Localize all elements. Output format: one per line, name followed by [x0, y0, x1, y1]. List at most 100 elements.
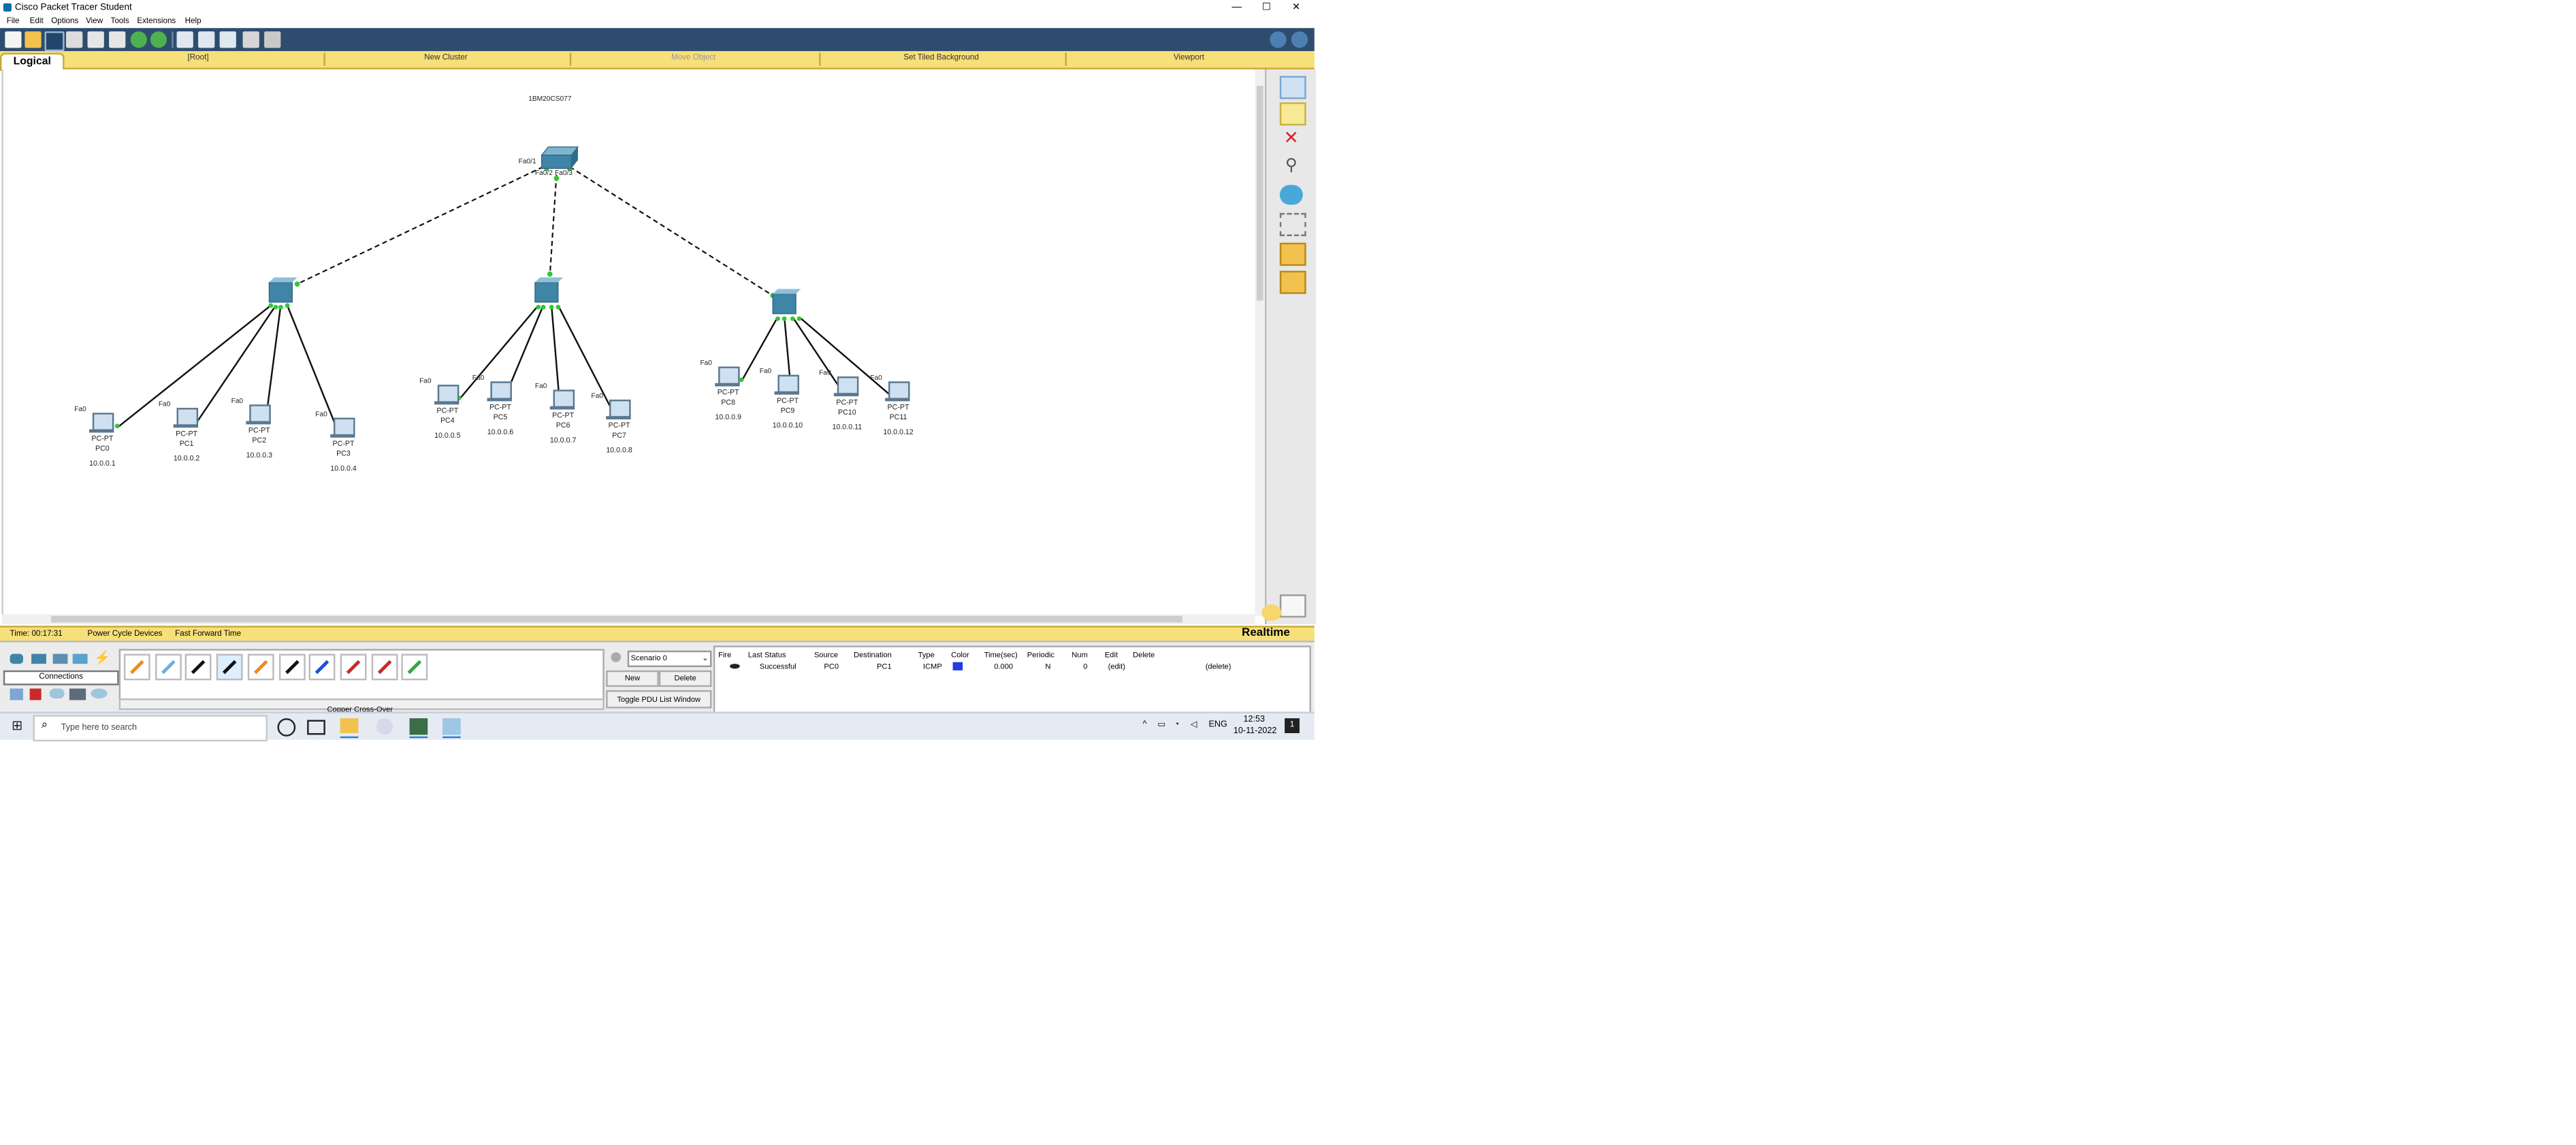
menu-extensions[interactable]: Extensions [137, 18, 176, 27]
copper-straight-through-icon[interactable] [185, 654, 212, 681]
horizontal-scrollbar[interactable] [1, 614, 1255, 624]
volume-icon[interactable]: ◁ [1191, 720, 1197, 730]
pc-icon[interactable] [888, 381, 910, 400]
maximize-button[interactable]: ☐ [1252, 0, 1282, 16]
realtime-mode-icon[interactable] [1261, 604, 1282, 622]
select-tool-icon[interactable] [1279, 76, 1306, 99]
new-scenario-button[interactable]: New [606, 670, 659, 688]
automatic-cable-icon[interactable] [123, 654, 150, 681]
minimize-button[interactable]: — [1222, 0, 1252, 16]
switches-category-icon[interactable] [31, 654, 46, 664]
wan-emulation-category-icon[interactable] [49, 688, 65, 699]
wireless-category-icon[interactable] [72, 654, 88, 664]
security-category-icon[interactable] [29, 688, 42, 700]
pc-icon[interactable] [333, 417, 355, 436]
taskbar-search-box[interactable]: ⌕ Type here to search [33, 715, 268, 742]
new-file-icon[interactable] [5, 31, 22, 48]
fiber-cable-icon[interactable] [247, 654, 274, 681]
simulation-mode-icon[interactable] [1279, 594, 1306, 618]
octal-cable-icon[interactable] [402, 654, 428, 681]
toggle-pdu-list-button[interactable]: Toggle PDU List Window [606, 690, 712, 709]
save-icon[interactable] [44, 31, 65, 52]
clock-time[interactable]: 12:53 [1243, 715, 1264, 725]
vertical-scroll-thumb[interactable] [1256, 86, 1263, 301]
menu-view[interactable]: View [86, 18, 103, 27]
activity-wizard-icon[interactable] [87, 31, 104, 48]
open-folder-icon[interactable] [25, 31, 42, 48]
power-cycle-devices-button[interactable]: Power Cycle Devices [88, 631, 163, 639]
windows-start-icon[interactable]: ⊞ [12, 719, 23, 732]
vertical-scrollbar[interactable] [1255, 69, 1266, 616]
scenario-select[interactable]: Scenario 0 ⌄ [627, 650, 712, 667]
pc-icon[interactable] [437, 385, 460, 403]
language-indicator[interactable]: ENG [1209, 720, 1227, 730]
pc-device-8[interactable]: Fa0 PC-PT PC8 10.0.0.9 [695, 358, 761, 436]
add-complex-pdu-icon[interactable] [1279, 270, 1306, 294]
pc-device-3[interactable]: Fa0 PC-PT PC3 10.0.0.4 [310, 410, 376, 487]
phone-cable-icon[interactable] [278, 654, 305, 681]
close-button[interactable]: ✕ [1281, 0, 1311, 16]
pc-icon[interactable] [553, 389, 575, 408]
pc-device-1[interactable]: Fa0 PC-PT PC1 10.0.0.2 [154, 400, 220, 477]
notifications-icon[interactable]: 1 [1285, 718, 1300, 733]
delete-scenario-button[interactable]: Delete [658, 670, 712, 688]
custom-devices-icon[interactable] [264, 31, 281, 48]
pdu-delete-link[interactable]: (delete) [1206, 662, 1231, 671]
info-icon[interactable] [1270, 31, 1287, 48]
undo-icon[interactable] [130, 31, 147, 48]
drawing-palette-icon[interactable] [242, 31, 259, 48]
serial-dte-icon[interactable] [370, 654, 398, 681]
routers-category-icon[interactable] [10, 654, 23, 664]
zoom-out-icon[interactable] [219, 31, 236, 48]
fire-indicator-icon[interactable] [730, 664, 740, 669]
redo-icon[interactable] [150, 31, 167, 48]
serial-dce-icon[interactable] [340, 654, 367, 681]
pc-device-7[interactable]: Fa0 PC-PT PC7 10.0.0.8 [586, 391, 652, 469]
pc-icon[interactable] [490, 381, 512, 400]
logical-workspace[interactable]: 1BM20CS077 Fa0/1 Fa0/2 Fa0/3 [1, 69, 1257, 616]
set-tiled-background-button[interactable]: Set Tiled Background [819, 54, 1063, 66]
pc-icon[interactable] [249, 404, 271, 423]
menu-tools[interactable]: Tools [111, 18, 129, 27]
logical-tab[interactable]: Logical [0, 52, 65, 71]
pc-device-5[interactable]: Fa0 PC-PT PC5 10.0.0.6 [467, 373, 533, 451]
menu-edit[interactable]: Edit [30, 18, 44, 27]
pc-device-11[interactable]: Fa0 PC-PT PC11 10.0.0.12 [865, 373, 931, 451]
viewport-button[interactable]: Viewport [1065, 54, 1313, 66]
menu-file[interactable]: File [7, 18, 20, 27]
hubs-category-icon[interactable] [52, 654, 68, 664]
file-explorer-icon[interactable] [340, 718, 359, 733]
zoom-in-icon[interactable] [176, 31, 193, 48]
browser-icon[interactable] [376, 718, 393, 735]
resize-shape-tool-icon[interactable] [1279, 212, 1306, 236]
packet-tracer-taskbar-icon[interactable] [409, 718, 428, 735]
connections-category-icon[interactable]: ⚡ [94, 651, 110, 664]
zoom-reset-icon[interactable] [198, 31, 215, 48]
add-simple-pdu-icon[interactable] [1279, 242, 1306, 266]
draw-shape-tool-icon[interactable] [1279, 184, 1303, 205]
pc-icon[interactable] [777, 374, 799, 393]
inspect-tool-icon[interactable]: ⚲ [1280, 157, 1303, 176]
multiuser-connection-icon[interactable] [91, 688, 108, 699]
chevron-up-icon[interactable]: ^ [1143, 720, 1147, 730]
note-tool-icon[interactable] [1279, 102, 1306, 126]
pc-device-9[interactable]: Fa0 PC-PT PC9 10.0.0.10 [754, 366, 820, 445]
new-cluster-button[interactable]: New Cluster [323, 54, 568, 66]
wifi-icon[interactable]: ◔ [1174, 720, 1180, 730]
console-cable-icon[interactable] [155, 654, 182, 681]
fast-forward-time-button[interactable]: Fast Forward Time [175, 631, 241, 639]
pc-icon[interactable] [837, 376, 859, 395]
root-button[interactable]: [Root] [66, 54, 330, 66]
custom-made-devices-icon[interactable] [69, 688, 86, 700]
pdu-edit-link[interactable]: (edit) [1108, 662, 1125, 671]
topology-canvas[interactable] [3, 69, 1257, 616]
snipping-tool-icon[interactable] [442, 718, 461, 735]
menu-help[interactable]: Help [185, 18, 202, 27]
copy-icon[interactable] [109, 31, 126, 48]
pc-icon[interactable] [718, 366, 740, 385]
coaxial-cable-icon[interactable] [309, 654, 336, 681]
delete-tool-icon[interactable]: ✕ [1280, 129, 1303, 148]
print-icon[interactable] [66, 31, 83, 48]
cortana-icon[interactable] [277, 718, 296, 737]
pc-device-2[interactable]: Fa0 PC-PT PC2 10.0.0.3 [226, 396, 292, 474]
